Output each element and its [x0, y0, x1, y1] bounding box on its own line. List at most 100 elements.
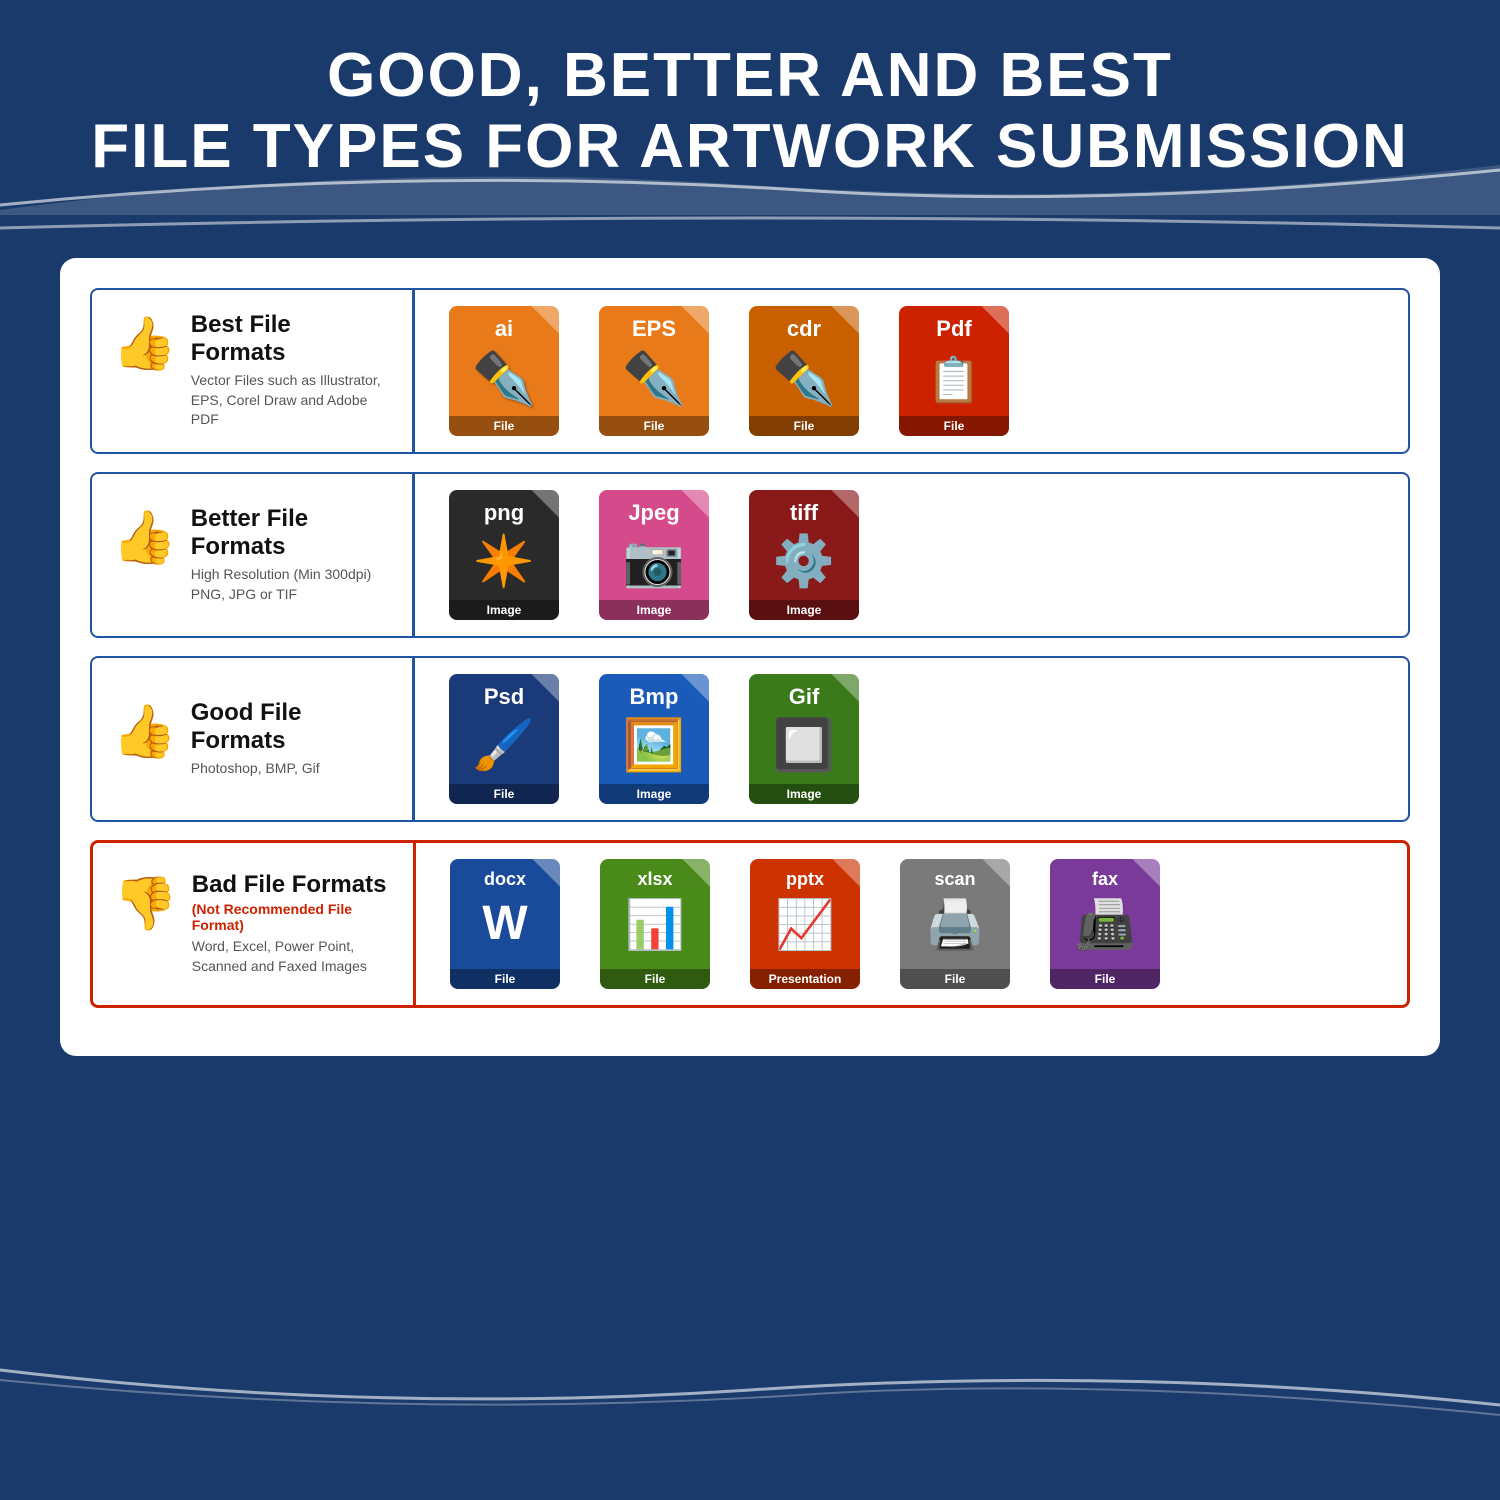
file-ext-ai: ai: [495, 316, 513, 342]
gif-graphic: 🔲: [773, 716, 835, 775]
file-body-pptx: pptx 📈 Presentation: [750, 859, 860, 989]
file-icon-png: png ✴️ Image: [439, 490, 569, 620]
file-ext-pdf: Pdf: [936, 316, 971, 342]
file-ext-fax: fax: [1092, 869, 1118, 890]
good-sub: Photoshop, BMP, Gif: [191, 759, 392, 779]
header: GOOD, BETTER AND BEST FILE TYPES FOR ART…: [0, 0, 1500, 203]
file-body-docx: docx W File: [450, 859, 560, 989]
best-thumb-icon: 👍: [112, 313, 177, 374]
good-label-section: 👍 Good File Formats Photoshop, BMP, Gif: [92, 681, 412, 797]
jpeg-label-bar: Image: [599, 600, 709, 620]
tiff-label-bar: Image: [749, 600, 859, 620]
eps-graphic: ✒️: [622, 348, 687, 409]
pptx-label-bar: Presentation: [750, 969, 860, 989]
file-icon-gif: Gif 🔲 Image: [739, 674, 869, 804]
file-body-jpeg: Jpeg 📷 Image: [599, 490, 709, 620]
content-area: 👍 Best File Formats Vector Files such as…: [60, 258, 1440, 1056]
best-label-group: Best File Formats Vector Files such as I…: [191, 311, 392, 430]
good-heading: Good File Formats: [191, 699, 392, 755]
bad-sub-red: (Not Recommended File Format): [192, 901, 393, 933]
file-body-xlsx: xlsx 📊 File: [600, 859, 710, 989]
file-body-bmp: Bmp 🖼️ Image: [599, 674, 709, 804]
file-body-ai: ai ✒️ File: [449, 306, 559, 436]
best-label-section: 👍 Best File Formats Vector Files such as…: [92, 293, 412, 448]
bad-label-group: Bad File Formats (Not Recommended File F…: [192, 871, 393, 976]
file-body-fax: fax 📠 File: [1050, 859, 1160, 989]
file-body-scan: scan 🖨️ File: [900, 859, 1010, 989]
bad-label-section: 👎 Bad File Formats (Not Recommended File…: [93, 853, 413, 994]
file-ext-jpeg: Jpeg: [628, 500, 679, 526]
bad-row: 👎 Bad File Formats (Not Recommended File…: [90, 840, 1410, 1008]
file-ext-eps: EPS: [632, 316, 676, 342]
file-body-gif: Gif 🔲 Image: [749, 674, 859, 804]
best-icons: ai ✒️ File EPS ✒️ File cdr: [415, 290, 1408, 452]
file-ext-docx: docx: [484, 869, 526, 890]
cdr-graphic: ✒️: [772, 348, 837, 409]
file-ext-scan: scan: [934, 869, 975, 890]
swoosh-mid-decoration: [0, 208, 1500, 238]
good-row: 👍 Good File Formats Photoshop, BMP, Gif …: [90, 656, 1410, 822]
file-icon-pdf: Pdf 📋 File: [889, 306, 1019, 436]
file-body-pdf: Pdf 📋 File: [899, 306, 1009, 436]
file-icon-fax: fax 📠 File: [1040, 859, 1170, 989]
file-icon-scan: scan 🖨️ File: [890, 859, 1020, 989]
main-container: GOOD, BETTER AND BEST FILE TYPES FOR ART…: [0, 0, 1500, 1500]
file-ext-png: png: [484, 500, 524, 526]
file-ext-cdr: cdr: [787, 316, 821, 342]
file-body-tiff: tiff ⚙️ Image: [749, 490, 859, 620]
gif-label-bar: Image: [749, 784, 859, 804]
bad-thumb-icon: 👎: [113, 873, 178, 934]
bmp-label-bar: Image: [599, 784, 709, 804]
tiff-graphic: ⚙️: [773, 532, 835, 591]
file-icon-psd: Psd 🖌️ File: [439, 674, 569, 804]
best-sub: Vector Files such as Illustrator,EPS, Co…: [191, 371, 392, 430]
file-icon-cdr: cdr ✒️ File: [739, 306, 869, 436]
docx-label-bar: File: [450, 969, 560, 989]
fax-graphic: 📠: [1075, 896, 1135, 953]
file-icon-jpeg: Jpeg 📷 Image: [589, 490, 719, 620]
fax-label-bar: File: [1050, 969, 1160, 989]
best-row: 👍 Best File Formats Vector Files such as…: [90, 288, 1410, 454]
bad-heading: Bad File Formats: [192, 871, 393, 899]
scan-label-bar: File: [900, 969, 1010, 989]
best-heading: Best File Formats: [191, 311, 392, 367]
file-icon-tiff: tiff ⚙️ Image: [739, 490, 869, 620]
docx-graphic: W: [482, 896, 527, 951]
file-body-cdr: cdr ✒️ File: [749, 306, 859, 436]
file-icon-xlsx: xlsx 📊 File: [590, 859, 720, 989]
pdf-graphic: 📋: [923, 350, 986, 410]
better-label-group: Better File Formats High Resolution (Min…: [191, 505, 392, 604]
ai-graphic: ✒️: [472, 348, 537, 409]
file-icon-ai: ai ✒️ File: [439, 306, 569, 436]
file-ext-bmp: Bmp: [630, 684, 679, 710]
jpeg-graphic: 📷: [623, 532, 685, 591]
cdr-label-bar: File: [749, 416, 859, 436]
better-icons: png ✴️ Image Jpeg 📷 Image tif: [415, 474, 1408, 636]
file-ext-psd: Psd: [484, 684, 524, 710]
png-graphic: ✴️: [473, 532, 535, 591]
file-icon-pptx: pptx 📈 Presentation: [740, 859, 870, 989]
pptx-graphic: 📈: [775, 896, 835, 953]
xlsx-label-bar: File: [600, 969, 710, 989]
file-body-psd: Psd 🖌️ File: [449, 674, 559, 804]
better-heading: Better File Formats: [191, 505, 392, 561]
file-body-eps: EPS ✒️ File: [599, 306, 709, 436]
better-thumb-icon: 👍: [112, 507, 177, 568]
good-label-group: Good File Formats Photoshop, BMP, Gif: [191, 699, 392, 779]
ai-label-bar: File: [449, 416, 559, 436]
swoosh-bottom-decoration: [0, 1360, 1500, 1420]
bad-sub: Word, Excel, Power Point,Scanned and Fax…: [192, 937, 393, 976]
png-label-bar: Image: [449, 600, 559, 620]
file-ext-pptx: pptx: [786, 869, 824, 890]
file-icon-eps: EPS ✒️ File: [589, 306, 719, 436]
file-icon-docx: docx W File: [440, 859, 570, 989]
psd-graphic: 🖌️: [473, 716, 535, 775]
file-body-png: png ✴️ Image: [449, 490, 559, 620]
file-icon-bmp: Bmp 🖼️ Image: [589, 674, 719, 804]
better-row: 👍 Better File Formats High Resolution (M…: [90, 472, 1410, 638]
bad-icons: docx W File xlsx 📊 File pptx: [416, 843, 1407, 1005]
file-ext-tiff: tiff: [790, 500, 818, 526]
better-sub: High Resolution (Min 300dpi)PNG, JPG or …: [191, 565, 392, 604]
eps-label-bar: File: [599, 416, 709, 436]
file-ext-xlsx: xlsx: [637, 869, 672, 890]
